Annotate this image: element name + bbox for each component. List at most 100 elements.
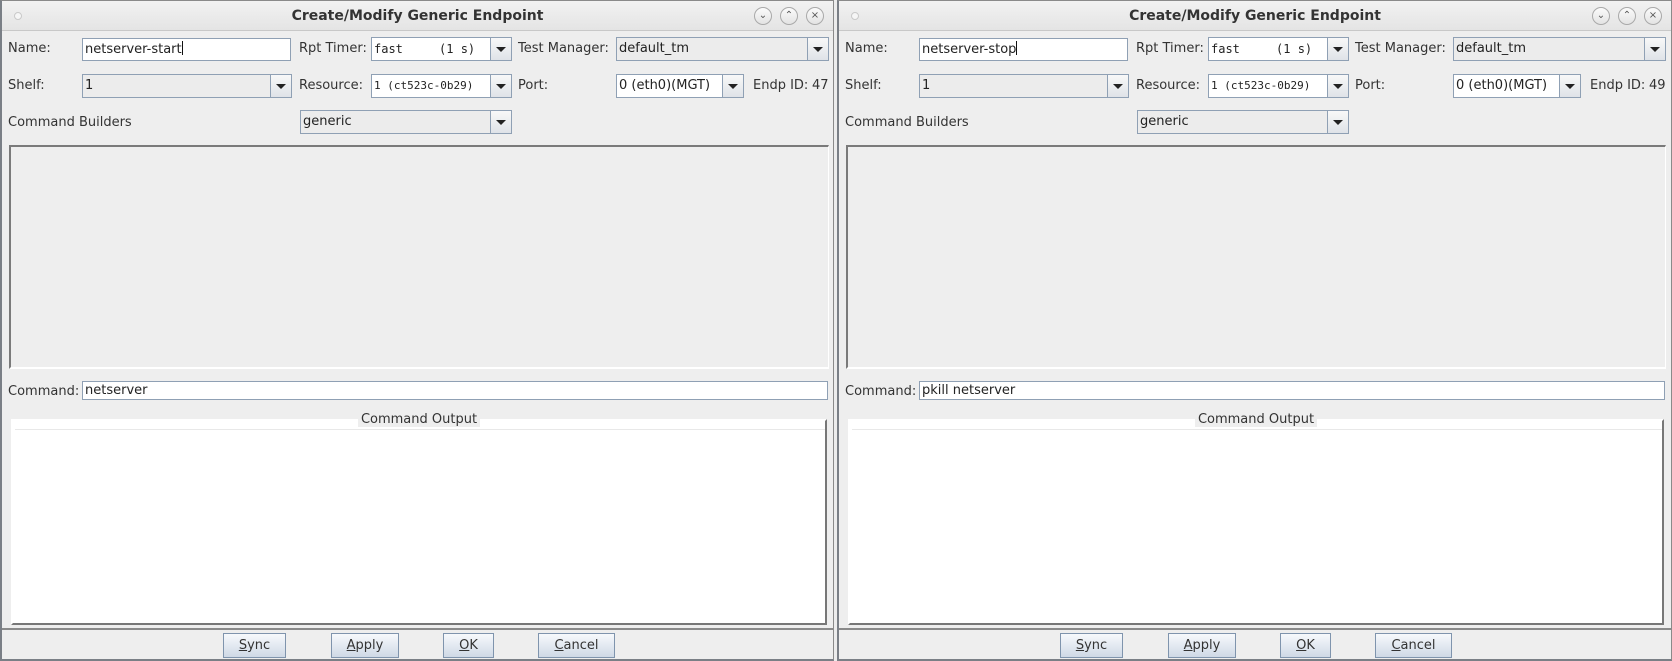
command-builder-panel (846, 145, 1666, 369)
ok-button[interactable]: OK (1280, 633, 1331, 658)
chevron-down-icon[interactable] (490, 38, 511, 60)
port-value: 0 (eth0)(MGT) (1456, 78, 1548, 93)
text-caret (1016, 41, 1018, 55)
command-builder-select[interactable]: generic (1137, 110, 1349, 134)
test-manager-value: default_tm (619, 41, 690, 56)
endpoint-dialog-start: Create/Modify Generic Endpoint ⌄ ⌃ × Nam… (0, 0, 834, 661)
mnemonic: O (1296, 638, 1307, 653)
test-manager-label: Test Manager: (518, 41, 609, 56)
ok-button[interactable]: OK (443, 633, 494, 658)
mnemonic: C (554, 638, 564, 653)
button-label: ync (247, 638, 271, 653)
endpoint-dialog-stop: Create/Modify Generic Endpoint ⌄ ⌃ × Nam… (837, 0, 1672, 661)
cancel-button[interactable]: Cancel (538, 633, 615, 658)
chevron-down-icon[interactable] (270, 75, 291, 97)
mnemonic: S (238, 638, 248, 653)
port-value: 0 (eth0)(MGT) (619, 78, 711, 93)
titlebar[interactable]: Create/Modify Generic Endpoint ⌄ ⌃ × (2, 1, 833, 31)
command-input[interactable]: netserver (82, 381, 828, 400)
titlebar[interactable]: Create/Modify Generic Endpoint ⌄ ⌃ × (839, 1, 1671, 31)
mnemonic: A (346, 638, 356, 653)
name-input[interactable]: netserver-stop (919, 38, 1128, 61)
chevron-down-icon[interactable] (490, 111, 511, 133)
name-value: netserver-start (85, 42, 182, 57)
resource-label: Resource: (1136, 78, 1200, 93)
chevron-down-icon[interactable] (807, 38, 828, 60)
button-label: pply (1192, 638, 1221, 653)
rpt-timer-select[interactable]: fast (1 s) (371, 37, 512, 61)
chevron-down-icon[interactable] (722, 75, 743, 97)
shelf-select[interactable]: 1 (919, 74, 1129, 98)
shelf-value: 1 (922, 78, 931, 93)
close-button[interactable]: × (806, 7, 824, 25)
minimize-button[interactable]: ⌄ (754, 7, 772, 25)
apply-button[interactable]: Apply (1168, 633, 1236, 658)
chevron-down-icon[interactable] (1327, 75, 1348, 97)
command-output-text[interactable] (852, 429, 1662, 621)
sync-button[interactable]: Sync (1060, 633, 1123, 658)
resource-select[interactable]: 1 (ct523c-0b29) (1208, 74, 1349, 98)
chevron-down-icon[interactable] (1107, 75, 1128, 97)
button-label: ancel (1400, 638, 1436, 653)
rpt-timer-label: Rpt Timer: (299, 41, 367, 56)
endp-id-label: Endp ID: (753, 78, 809, 93)
endp-id-label: Endp ID: (1590, 78, 1646, 93)
shelf-label: Shelf: (845, 78, 882, 93)
resource-label: Resource: (299, 78, 363, 93)
maximize-button[interactable]: ⌃ (780, 7, 798, 25)
test-manager-value: default_tm (1456, 41, 1527, 56)
command-label: Command: (845, 384, 917, 399)
maximize-button[interactable]: ⌃ (1618, 7, 1636, 25)
button-label: K (469, 638, 478, 653)
rpt-timer-label: Rpt Timer: (1136, 41, 1204, 56)
mnemonic: O (459, 638, 470, 653)
shelf-select[interactable]: 1 (82, 74, 292, 98)
divider (839, 628, 1671, 630)
chevron-down-icon[interactable] (1644, 38, 1665, 60)
command-output-text[interactable] (15, 429, 825, 621)
test-manager-label: Test Manager: (1355, 41, 1446, 56)
window-title: Create/Modify Generic Endpoint (291, 8, 544, 24)
sync-button[interactable]: Sync (223, 633, 286, 658)
cancel-button[interactable]: Cancel (1375, 633, 1452, 658)
divider (2, 628, 833, 630)
chevron-down-icon[interactable] (1327, 38, 1348, 60)
name-input[interactable]: netserver-start (82, 38, 291, 61)
resource-value: 1 (ct523c-0b29) (374, 79, 474, 92)
close-button[interactable]: × (1644, 7, 1662, 25)
command-value: pkill netserver (922, 383, 1016, 398)
chevron-down-icon[interactable] (490, 75, 511, 97)
name-label: Name: (845, 41, 888, 56)
chevron-down-icon[interactable] (1327, 111, 1348, 133)
rpt-timer-value: fast (1 s) (374, 42, 476, 56)
command-output-title: Command Output (1194, 412, 1318, 427)
command-output-box: Command Output (848, 412, 1664, 625)
test-manager-select[interactable]: default_tm (616, 37, 829, 61)
mnemonic: C (1391, 638, 1401, 653)
port-select[interactable]: 0 (eth0)(MGT) (616, 74, 744, 98)
endp-id-value: 47 (812, 78, 829, 93)
button-label: K (1306, 638, 1315, 653)
window-title: Create/Modify Generic Endpoint (1129, 8, 1381, 24)
shelf-label: Shelf: (8, 78, 45, 93)
minimize-button[interactable]: ⌄ (1592, 7, 1610, 25)
command-builder-select[interactable]: generic (300, 110, 512, 134)
command-label: Command: (8, 384, 80, 399)
chevron-down-icon[interactable] (1559, 75, 1580, 97)
shelf-value: 1 (85, 78, 94, 93)
command-builder-panel (9, 145, 829, 369)
resource-value: 1 (ct523c-0b29) (1211, 79, 1311, 92)
command-builder-value: generic (303, 114, 352, 129)
rpt-timer-select[interactable]: fast (1 s) (1208, 37, 1349, 61)
command-output-title: Command Output (357, 412, 481, 427)
apply-button[interactable]: Apply (331, 633, 399, 658)
port-select[interactable]: 0 (eth0)(MGT) (1453, 74, 1581, 98)
command-output-box: Command Output (11, 412, 827, 625)
test-manager-select[interactable]: default_tm (1453, 37, 1666, 61)
button-label: pply (355, 638, 384, 653)
resource-select[interactable]: 1 (ct523c-0b29) (371, 74, 512, 98)
port-label: Port: (518, 78, 549, 93)
button-label: ync (1084, 638, 1108, 653)
text-caret (181, 41, 183, 55)
command-input[interactable]: pkill netserver (919, 381, 1665, 400)
